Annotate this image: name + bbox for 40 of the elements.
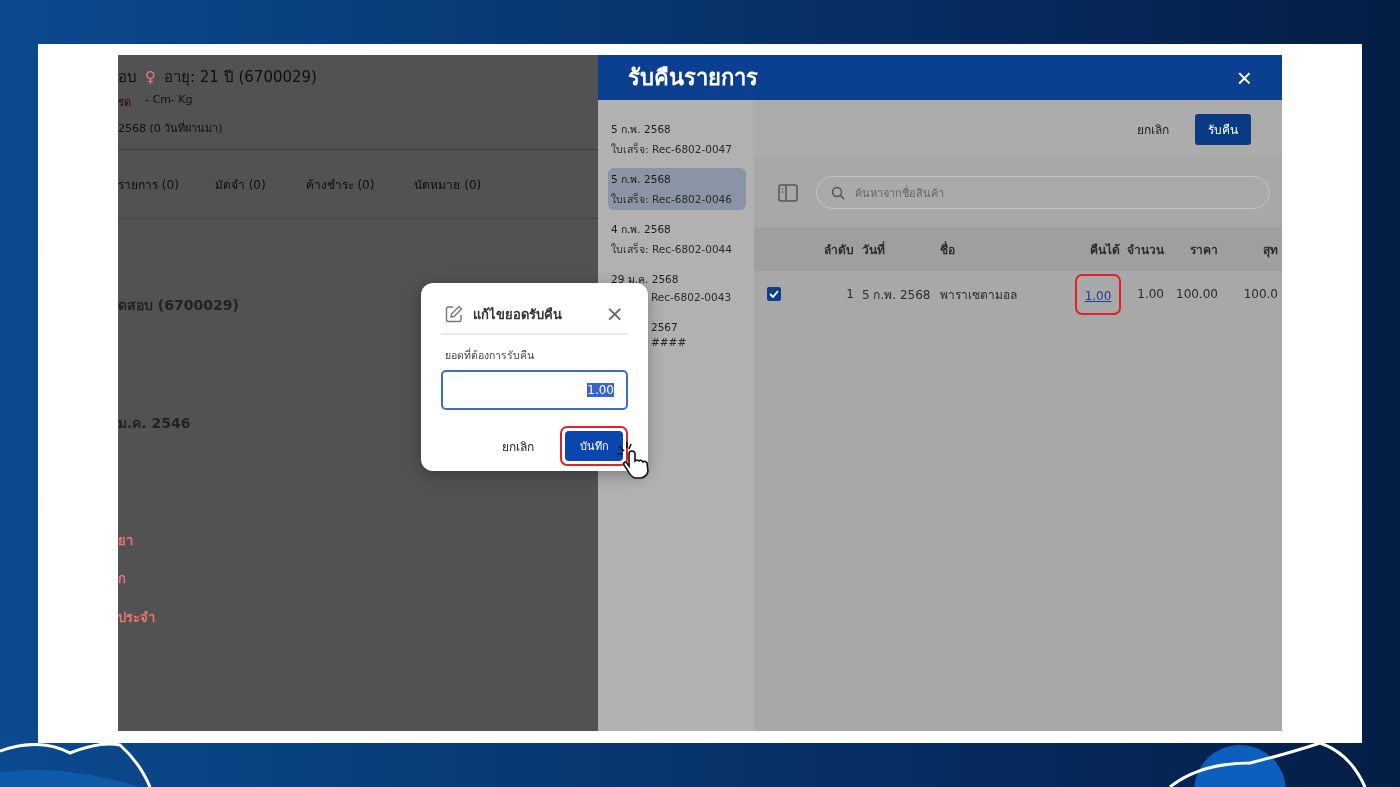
cancel-button[interactable]: ยกเลิก bbox=[1133, 115, 1173, 143]
close-button[interactable]: × bbox=[605, 303, 624, 325]
alert-text: ยา bbox=[118, 533, 133, 548]
table-cell-text: พาราเซตามอล bbox=[939, 286, 1018, 304]
table-cell-text: 1.00 bbox=[1136, 287, 1165, 301]
column-header: สุท bbox=[1262, 241, 1279, 259]
column-header: วันที่ bbox=[861, 240, 886, 259]
dialog-title: แก้ไขยอดรับคืน bbox=[473, 305, 563, 324]
alert-text: ประจำ bbox=[118, 610, 155, 625]
patient-age: อายุ: 21 ปี (6700029) bbox=[164, 67, 317, 89]
female-icon: ♀ bbox=[145, 68, 156, 86]
row-checkbox[interactable] bbox=[767, 287, 781, 301]
table-cell-text: 5 ก.พ. 2568 bbox=[861, 286, 932, 304]
edit-icon bbox=[445, 305, 463, 323]
visit-date: 2568 (0 วันที่ผ่านมา) bbox=[118, 119, 224, 137]
close-button[interactable]: × bbox=[1236, 64, 1252, 91]
field-label: ยอดที่ต้องการรับคืน bbox=[445, 347, 535, 363]
table-cell-text: 100.0 bbox=[1242, 287, 1279, 301]
returnable-link[interactable]: 1.00 bbox=[1084, 288, 1112, 303]
receipt-item[interactable]: 5 ก.พ. 2568 ใบเสร็จ: Rec-6802-0046 bbox=[608, 168, 746, 210]
receipt-item[interactable]: 5 ก.พ. 2568 ใบเสร็จ: Rec-6802-0047 bbox=[608, 118, 746, 160]
column-header: ราคา bbox=[1189, 241, 1219, 259]
column-header: คืนได้ bbox=[1089, 241, 1121, 259]
patient-name: อบ bbox=[118, 67, 137, 88]
table-cell-text: 1 bbox=[845, 287, 854, 301]
patient-tag: รด bbox=[118, 93, 131, 111]
table-cell-text: 100.00 bbox=[1175, 287, 1219, 301]
sidebar-toggle-icon[interactable] bbox=[778, 183, 798, 202]
cancel-button[interactable]: ยกเลิก bbox=[498, 432, 538, 460]
body-measurements: - Cm- Kg bbox=[145, 93, 193, 108]
column-header: ชื่อ bbox=[939, 240, 956, 259]
drawer-title: รับคืนรายการ bbox=[628, 64, 758, 92]
column-header: จำนวน bbox=[1126, 241, 1165, 259]
receipt-item[interactable]: 4 ก.พ. 2568 ใบเสร็จ: Rec-6802-0044 bbox=[608, 218, 746, 260]
return-button[interactable]: รับคืน bbox=[1195, 113, 1251, 145]
save-button[interactable]: บันทึก bbox=[565, 431, 623, 461]
column-header: ลำดับ bbox=[823, 241, 854, 259]
input-field[interactable]: 1.00 bbox=[441, 370, 628, 410]
alert-text: ก bbox=[118, 571, 126, 586]
search-icon bbox=[831, 185, 845, 200]
